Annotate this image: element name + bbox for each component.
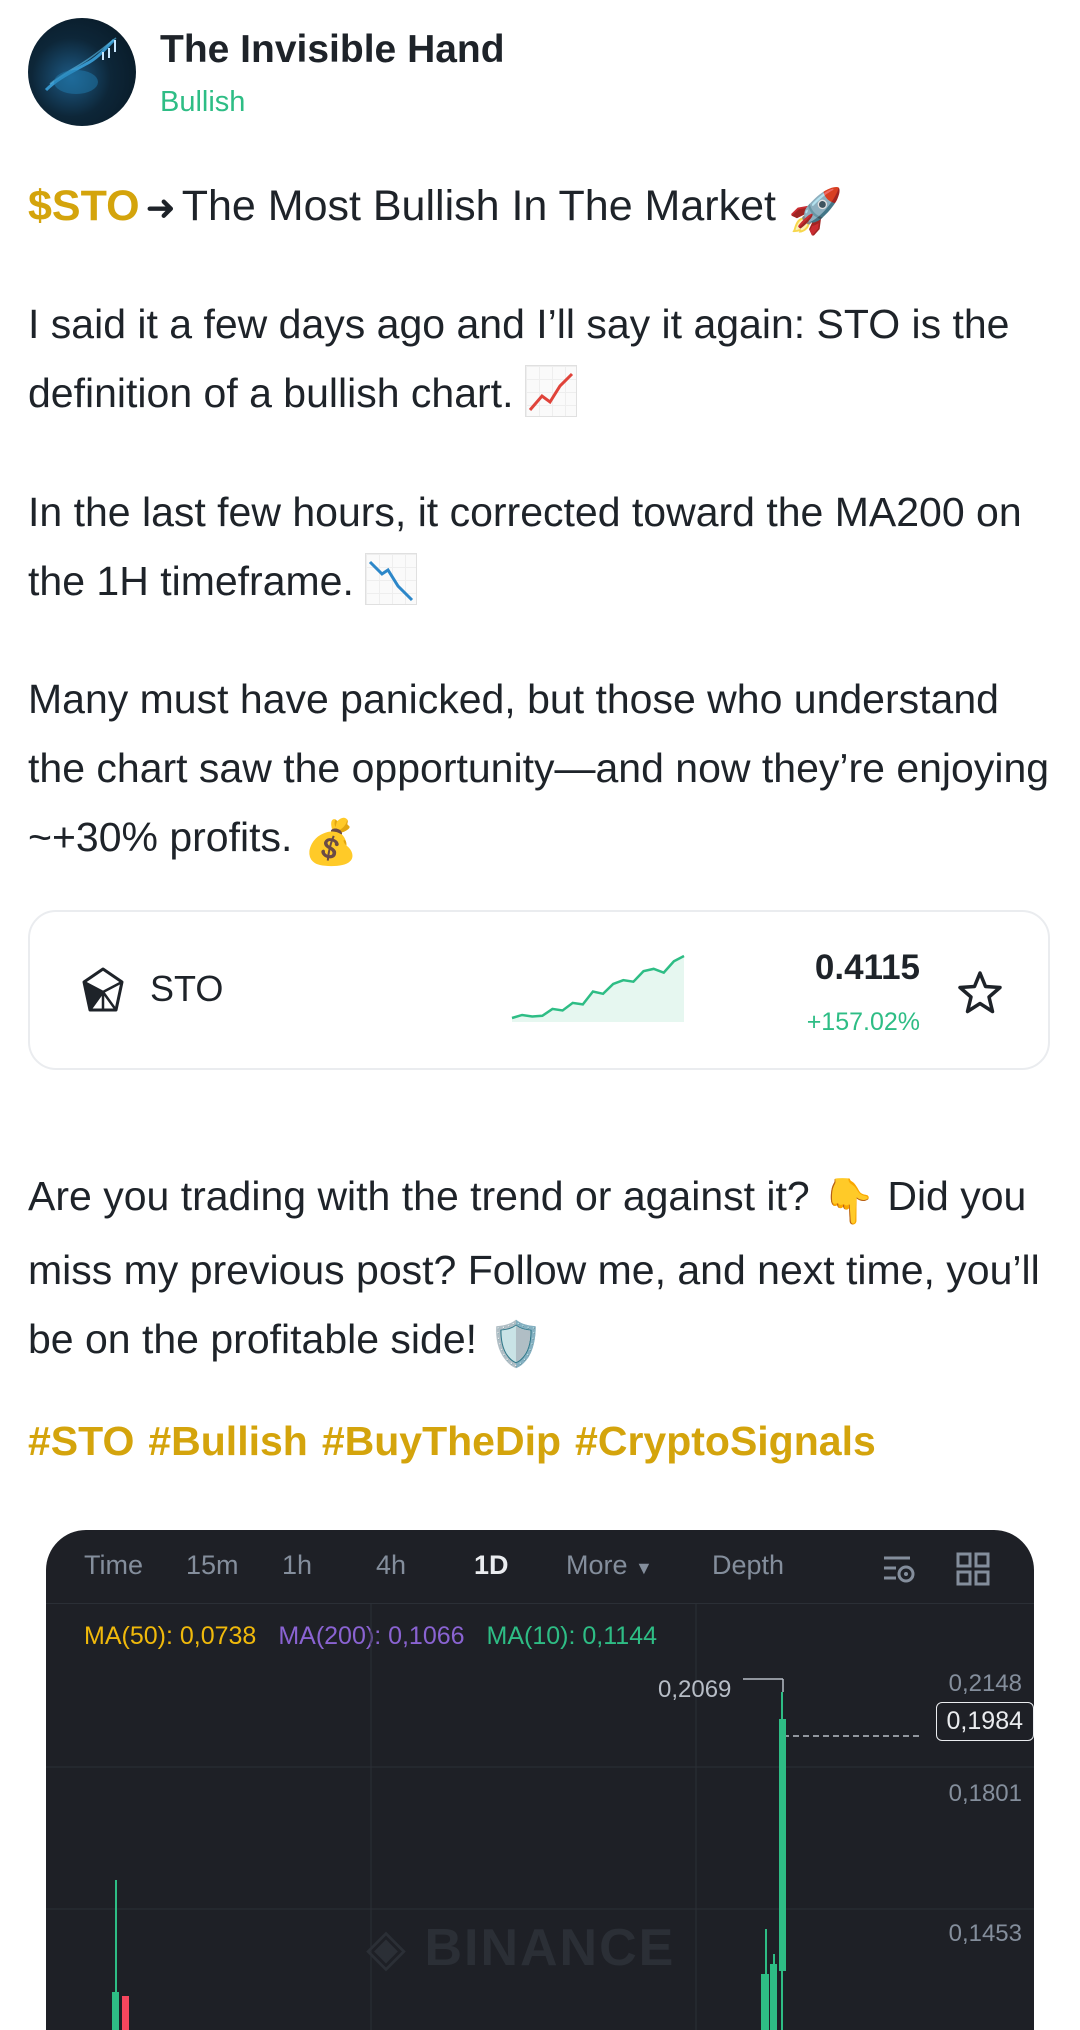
- post-title: $STO ➜ The Most Bullish In The Market 🚀: [28, 178, 843, 240]
- chart-increasing-icon: [524, 365, 577, 417]
- tab-more-label: More: [566, 1550, 628, 1580]
- high-price-label: 0,2069: [658, 1676, 732, 1703]
- hashtag-link[interactable]: #Bullish: [148, 1418, 307, 1464]
- binance-watermark: ◈ BINANCE: [366, 1918, 675, 1978]
- rocket-icon: 🚀: [787, 187, 843, 236]
- title-ticker-link[interactable]: $STO: [28, 182, 140, 230]
- paragraph-text: I said it a few days ago and I’ll say it…: [28, 301, 1010, 416]
- tab-time[interactable]: Time: [84, 1550, 143, 1581]
- tab-1d[interactable]: 1D: [474, 1550, 509, 1581]
- coin-price: 0.4115: [814, 948, 920, 987]
- coin-change: +157.02%: [806, 1008, 920, 1036]
- arrow-icon: ➜: [145, 187, 176, 228]
- watermark-text: BINANCE: [424, 1919, 676, 1977]
- layout-grid-icon[interactable]: [954, 1550, 992, 1588]
- tab-1h[interactable]: 1h: [282, 1550, 312, 1581]
- coin-card[interactable]: STO 0.4115 +157.02%: [28, 910, 1050, 1070]
- tab-15m[interactable]: 15m: [186, 1550, 239, 1581]
- author-avatar[interactable]: [28, 18, 136, 126]
- price-sparkline: [511, 954, 685, 1022]
- current-price-tag: 0,1984: [935, 1702, 1034, 1741]
- hashtag-row: #STO #Bullish #BuyTheDip #CryptoSignals: [28, 1418, 890, 1465]
- post-paragraph-3: Many must have panicked, but those who u…: [28, 665, 1058, 877]
- paragraph-text: Many must have panicked, but those who u…: [28, 676, 1050, 860]
- dropdown-caret-icon: ▼: [635, 1558, 653, 1578]
- indicator-settings-icon[interactable]: [880, 1550, 918, 1588]
- tab-more[interactable]: More ▼: [566, 1550, 653, 1581]
- hashtag-link[interactable]: #BuyTheDip: [322, 1418, 561, 1464]
- author-name[interactable]: The Invisible Hand: [160, 28, 505, 72]
- hashtag-link[interactable]: #STO: [28, 1418, 134, 1464]
- pointing-down-icon: 👇: [821, 1177, 876, 1226]
- post-paragraph-1: I said it a few days ago and I’ll say it…: [28, 290, 1058, 428]
- star-icon[interactable]: [956, 969, 1004, 1017]
- post-paragraph-2: In the last few hours, it corrected towa…: [28, 478, 1058, 616]
- post-header: The Invisible Hand Bullish: [28, 18, 1048, 128]
- y-axis-label: 0,1453: [948, 1920, 1022, 1947]
- sentiment-badge: Bullish: [160, 86, 246, 118]
- chart-decreasing-icon: [365, 553, 418, 605]
- chart-tab-bar: Time 15m 1h 4h 1D More ▼ Depth: [46, 1530, 1034, 1604]
- sto-logo-icon: [82, 967, 124, 1012]
- shield-icon: 🛡️: [488, 1320, 544, 1369]
- paragraph-text: In the last few hours, it corrected towa…: [28, 489, 1022, 604]
- y-axis-label: 0,2148: [948, 1670, 1022, 1697]
- post-paragraph-4: Are you trading with the trend or agains…: [28, 1162, 1058, 1379]
- paragraph-text: Are you trading with the trend or agains…: [28, 1173, 810, 1219]
- tab-4h[interactable]: 4h: [376, 1550, 406, 1581]
- kline-chart-widget[interactable]: Time 15m 1h 4h 1D More ▼ Depth MA(50): 0…: [46, 1530, 1034, 2030]
- sparkline-area: [512, 956, 684, 1022]
- tab-depth[interactable]: Depth: [712, 1550, 784, 1581]
- money-bag-icon: 💰: [303, 818, 359, 867]
- hashtag-link[interactable]: #CryptoSignals: [575, 1418, 876, 1464]
- binance-logo-icon: ◈: [366, 1919, 408, 1977]
- y-axis-label: 0,1801: [948, 1780, 1022, 1807]
- title-text: The Most Bullish In The Market: [181, 182, 776, 230]
- coin-symbol: STO: [150, 968, 224, 1009]
